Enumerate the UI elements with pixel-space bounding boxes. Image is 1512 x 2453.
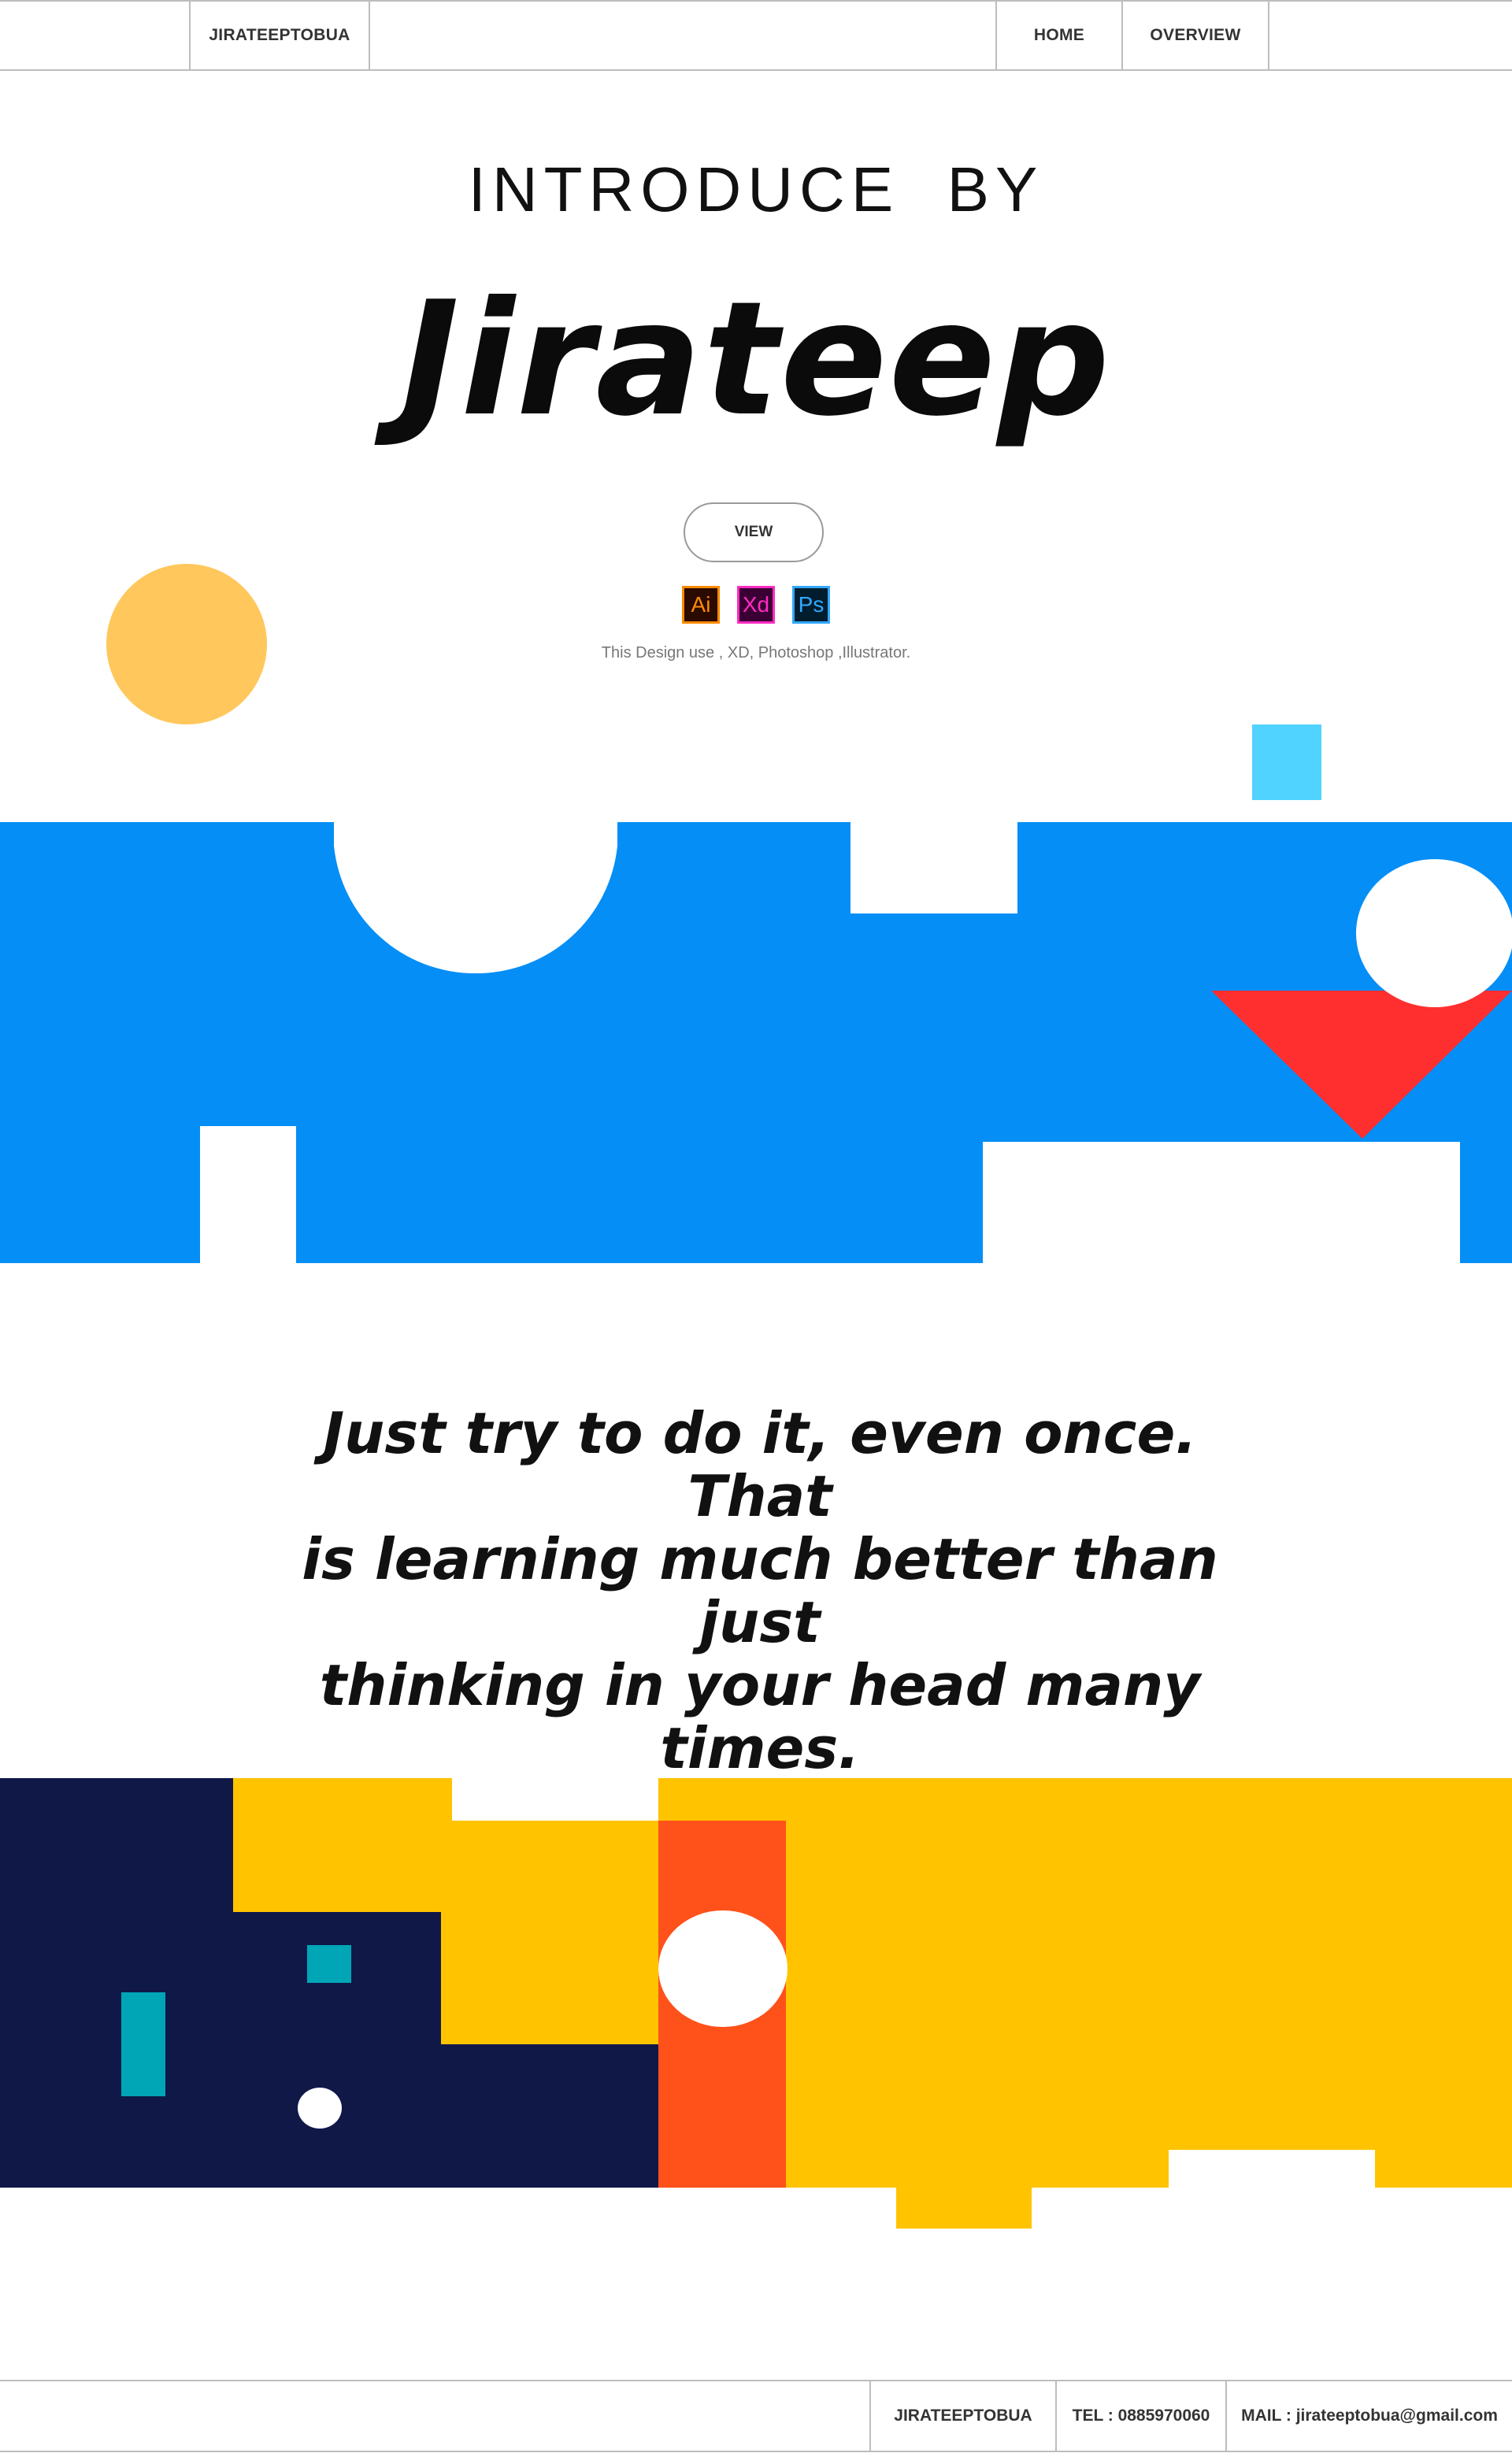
white-circle-shape (658, 1910, 788, 2027)
yellow-step-shape (233, 1778, 452, 1912)
footer-brand[interactable]: JIRATEEPTOBUA (871, 2380, 1055, 2452)
white-circle-shape (1356, 859, 1512, 1007)
footer-mail[interactable]: MAIL : jirateeptobua@gmail.com (1227, 2380, 1512, 2452)
white-dot-shape (298, 2088, 342, 2129)
quote-line: Just try to do it, even once. That (323, 1400, 1197, 1529)
white-notch-shape (1169, 2150, 1375, 2189)
yellow-tab-shape (896, 2181, 1032, 2229)
white-notch-shape (452, 1778, 658, 1821)
footer-tel[interactable]: TEL : 0885970060 (1057, 2380, 1225, 2452)
yellow-block (658, 1778, 1512, 2188)
orange-circle-shape (106, 564, 267, 724)
white-block-shape (200, 1126, 296, 1265)
white-notch-shape (850, 822, 1017, 913)
footer-bar: JIRATEEPTOBUA TEL : 0885970060 MAIL : ji… (0, 2380, 1512, 2453)
yellow-step-shape (441, 1821, 658, 2044)
quote-line: thinking in your head many times. (319, 1652, 1201, 1781)
white-block-shape (983, 1142, 1460, 1265)
teal-square-shape (307, 1945, 351, 1983)
teal-bar-shape (121, 1992, 165, 2096)
decorative-shapes (0, 564, 1512, 2229)
quote-block: Just try to do it, even once. That is le… (260, 1402, 1260, 1780)
quote-line: is learning much better than just (302, 1526, 1218, 1655)
cyan-square-shape (1252, 724, 1321, 800)
